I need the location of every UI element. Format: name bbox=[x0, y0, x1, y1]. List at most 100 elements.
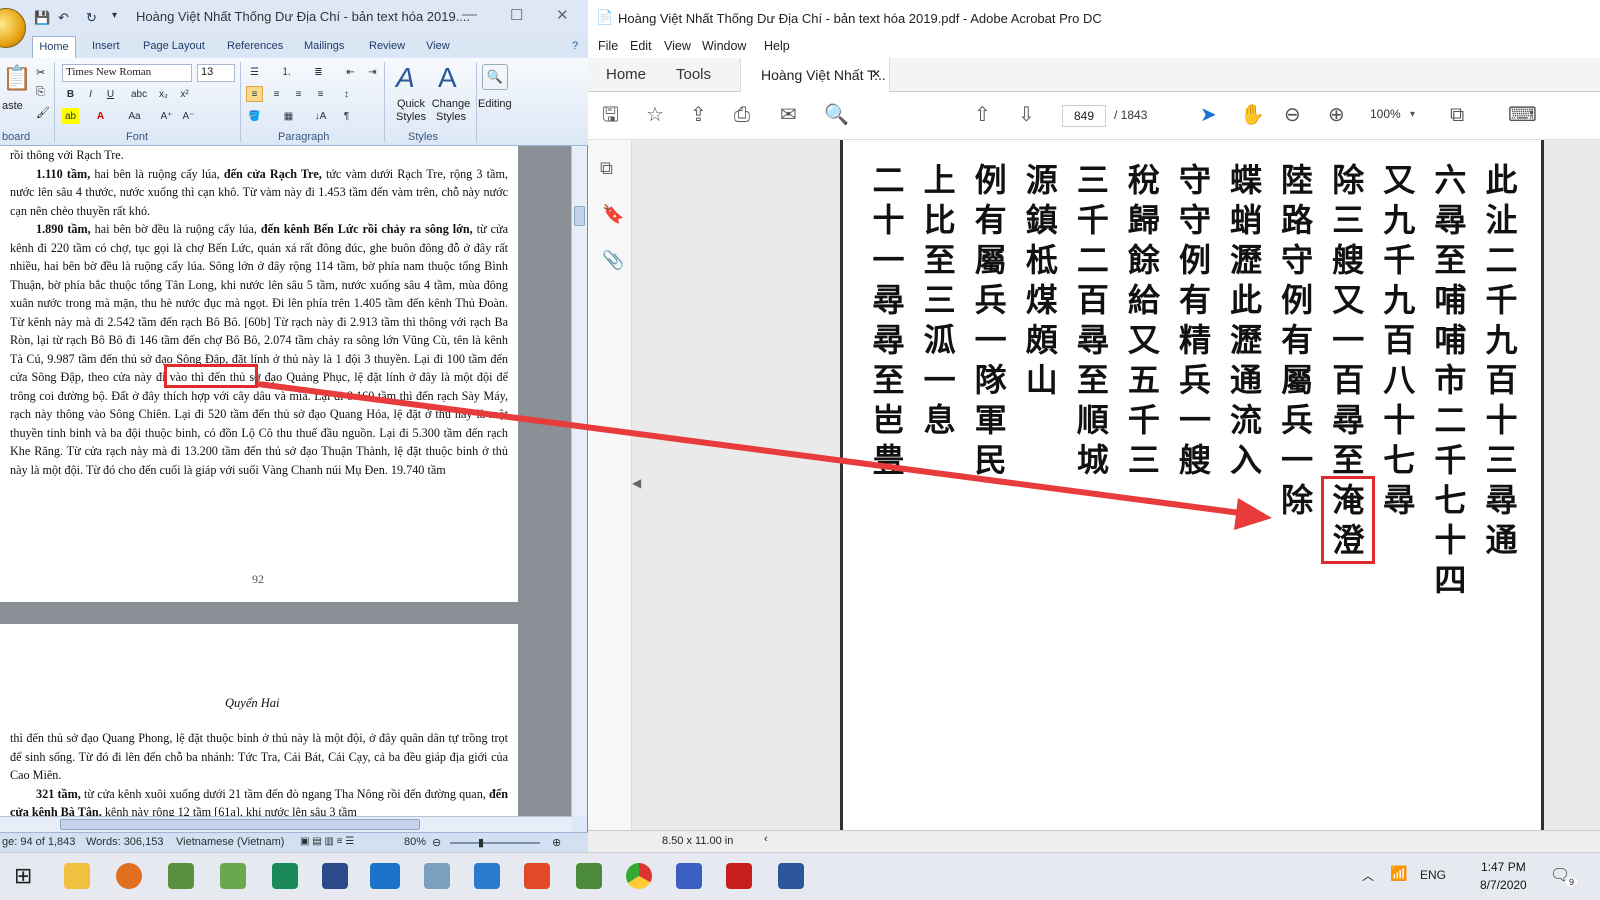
app-icon[interactable] bbox=[168, 863, 194, 889]
document-page-93[interactable]: Quyển Hai thì đến thủ sở đạo Quang Phong… bbox=[0, 624, 518, 816]
close-tab-icon[interactable]: ✕ bbox=[871, 67, 881, 81]
paste-button[interactable]: aste bbox=[2, 100, 23, 112]
hscroll-thumb[interactable] bbox=[60, 819, 420, 830]
tab-document[interactable]: Hoàng Việt Nhất T... ✕ bbox=[740, 58, 890, 92]
format-painter-icon[interactable]: 🖌 bbox=[36, 106, 50, 119]
menu-window[interactable]: Window bbox=[702, 39, 746, 53]
zoom-select[interactable]: 100% bbox=[1370, 107, 1401, 121]
menu-view[interactable]: View bbox=[664, 39, 691, 53]
save-icon[interactable]: 💾 bbox=[34, 10, 50, 26]
word-taskbar-icon[interactable] bbox=[778, 863, 804, 889]
help-icon[interactable]: ? bbox=[572, 40, 578, 52]
page-thumbnails-icon[interactable]: ⧉ bbox=[600, 158, 613, 179]
pdf-page-scan[interactable]: 此 沚 二 千 九 百 十 三 尋 通六 尋 至 哺 哺 市 二 千 七 十 四… bbox=[840, 140, 1544, 830]
font-color-icon[interactable]: A bbox=[92, 108, 109, 124]
upload-icon[interactable]: ⇪ bbox=[690, 105, 707, 125]
subscript-icon[interactable]: x₂ bbox=[155, 86, 172, 102]
tab-home[interactable]: Home bbox=[606, 66, 646, 83]
pycharm-icon[interactable] bbox=[272, 863, 298, 889]
align-left-icon[interactable]: ≡ bbox=[246, 86, 263, 102]
word-horizontal-scrollbar[interactable] bbox=[0, 816, 572, 832]
font-name-select[interactable]: Times New Roman bbox=[62, 64, 192, 82]
select-cursor-icon[interactable]: ➤ bbox=[1200, 105, 1217, 125]
app-icon[interactable] bbox=[220, 863, 246, 889]
highlight-icon[interactable]: ab bbox=[62, 108, 79, 124]
quick-styles-button[interactable]: Quick Styles bbox=[390, 98, 432, 124]
input-language[interactable]: ENG bbox=[1420, 868, 1446, 882]
pdf-viewport[interactable]: ◀ 此 沚 二 千 九 百 十 三 尋 通六 尋 至 哺 哺 市 二 千 七 十… bbox=[632, 140, 1600, 830]
app-icon[interactable] bbox=[424, 863, 450, 889]
prev-page-icon[interactable]: ⇧ bbox=[974, 105, 991, 125]
word-count[interactable]: Words: 306,153 bbox=[86, 836, 163, 848]
copy-icon[interactable]: ⎘ bbox=[36, 86, 45, 99]
superscript-icon[interactable]: x² bbox=[176, 86, 193, 102]
zoom-in-icon[interactable]: ⊕ bbox=[552, 836, 561, 849]
tab-insert[interactable]: Insert bbox=[92, 40, 120, 52]
view-buttons-icon[interactable]: ▣ ▤ ▥ ≡ ☰ bbox=[300, 836, 354, 847]
file-explorer-icon[interactable] bbox=[64, 863, 90, 889]
bookmark-star-icon[interactable]: ☆ bbox=[646, 105, 664, 125]
teamviewer-icon[interactable] bbox=[370, 863, 400, 889]
chrome-icon[interactable] bbox=[626, 863, 652, 889]
more-tools-icon[interactable]: ⌨ bbox=[1508, 105, 1537, 125]
tray-chevron-icon[interactable]: ︿ bbox=[1362, 867, 1374, 884]
scroll-left-icon[interactable]: ‹ bbox=[764, 833, 768, 845]
hand-tool-icon[interactable]: ✋ bbox=[1240, 105, 1265, 125]
zoom-out-icon[interactable]: ⊖ bbox=[1284, 105, 1301, 125]
app-s-icon[interactable] bbox=[524, 863, 550, 889]
vscode-icon[interactable] bbox=[474, 863, 500, 889]
bold-icon[interactable]: B bbox=[62, 86, 79, 102]
editing-button[interactable]: Editing bbox=[478, 98, 512, 110]
grow-font-icon[interactable]: A⁺ bbox=[158, 108, 175, 124]
tab-mailings[interactable]: Mailings bbox=[304, 40, 344, 52]
align-right-icon[interactable]: ≡ bbox=[290, 86, 307, 102]
cut-icon[interactable]: ✂ bbox=[36, 66, 45, 79]
attachments-icon[interactable]: 📎 bbox=[602, 250, 624, 271]
change-styles-button[interactable]: Change Styles bbox=[428, 98, 474, 124]
wifi-icon[interactable]: 📶 bbox=[1390, 865, 1407, 882]
windows-start-icon[interactable]: ⊞ bbox=[14, 863, 32, 889]
increase-indent-icon[interactable]: ⇥ bbox=[364, 64, 381, 80]
next-page-icon[interactable]: ⇩ bbox=[1018, 105, 1035, 125]
tab-view[interactable]: View bbox=[426, 40, 450, 52]
zoom-out-icon[interactable]: ⊖ bbox=[432, 836, 441, 849]
tab-home[interactable]: Home bbox=[32, 36, 76, 58]
undo-icon[interactable]: ↶ bbox=[58, 10, 69, 26]
multilevel-list-icon[interactable]: ≣ bbox=[310, 64, 327, 80]
zoom-dropdown-icon[interactable]: ▾ bbox=[1410, 105, 1415, 125]
line-spacing-icon[interactable]: ↕ bbox=[338, 86, 355, 102]
tab-review[interactable]: Review bbox=[369, 40, 405, 52]
powershell-icon[interactable] bbox=[322, 863, 348, 889]
tab-tools[interactable]: Tools bbox=[676, 66, 711, 83]
quick-styles-icon[interactable]: A bbox=[396, 62, 415, 94]
page-number-input[interactable]: 849 bbox=[1062, 105, 1106, 127]
shrink-font-icon[interactable]: A⁻ bbox=[180, 108, 197, 124]
email-icon[interactable]: ✉ bbox=[780, 105, 797, 125]
sort-icon[interactable]: ↓A bbox=[312, 108, 329, 124]
maximize-icon[interactable]: ☐ bbox=[510, 6, 523, 24]
menu-file[interactable]: File bbox=[598, 39, 618, 53]
strikethrough-icon[interactable]: abc bbox=[130, 86, 147, 102]
change-styles-icon[interactable]: A bbox=[438, 62, 457, 94]
save-icon[interactable]: 🖫 bbox=[602, 105, 619, 125]
tab-page-layout[interactable]: Page Layout bbox=[143, 40, 205, 52]
acrobat-taskbar-icon[interactable] bbox=[726, 863, 752, 889]
numbering-icon[interactable]: ⒈ bbox=[278, 64, 295, 80]
word-vertical-scrollbar[interactable] bbox=[571, 146, 587, 816]
change-case-icon[interactable]: Aa bbox=[126, 108, 143, 124]
bookmarks-icon[interactable]: 🔖 bbox=[602, 204, 624, 225]
underline-icon[interactable]: U bbox=[102, 86, 119, 102]
app-icon[interactable] bbox=[576, 863, 602, 889]
tab-references[interactable]: References bbox=[227, 40, 283, 52]
document-page-92[interactable]: rồi thông với Rạch Tre. 1.110 tầm, hai b… bbox=[0, 146, 518, 614]
redo-icon[interactable]: ↻ bbox=[86, 10, 97, 26]
font-size-select[interactable]: 13 bbox=[197, 64, 235, 82]
word-document-area[interactable]: rồi thông với Rạch Tre. 1.110 tầm, hai b… bbox=[0, 146, 572, 816]
zoom-in-icon[interactable]: ⊕ bbox=[1328, 105, 1345, 125]
menu-edit[interactable]: Edit bbox=[630, 39, 652, 53]
app-icon[interactable] bbox=[116, 863, 142, 889]
print-icon[interactable]: ⎙ bbox=[734, 105, 750, 125]
clock[interactable]: 1:47 PM 8/7/2020 bbox=[1480, 858, 1527, 894]
scroll-thumb[interactable] bbox=[574, 206, 585, 226]
page-display-icon[interactable]: ⧉ bbox=[1450, 105, 1464, 125]
